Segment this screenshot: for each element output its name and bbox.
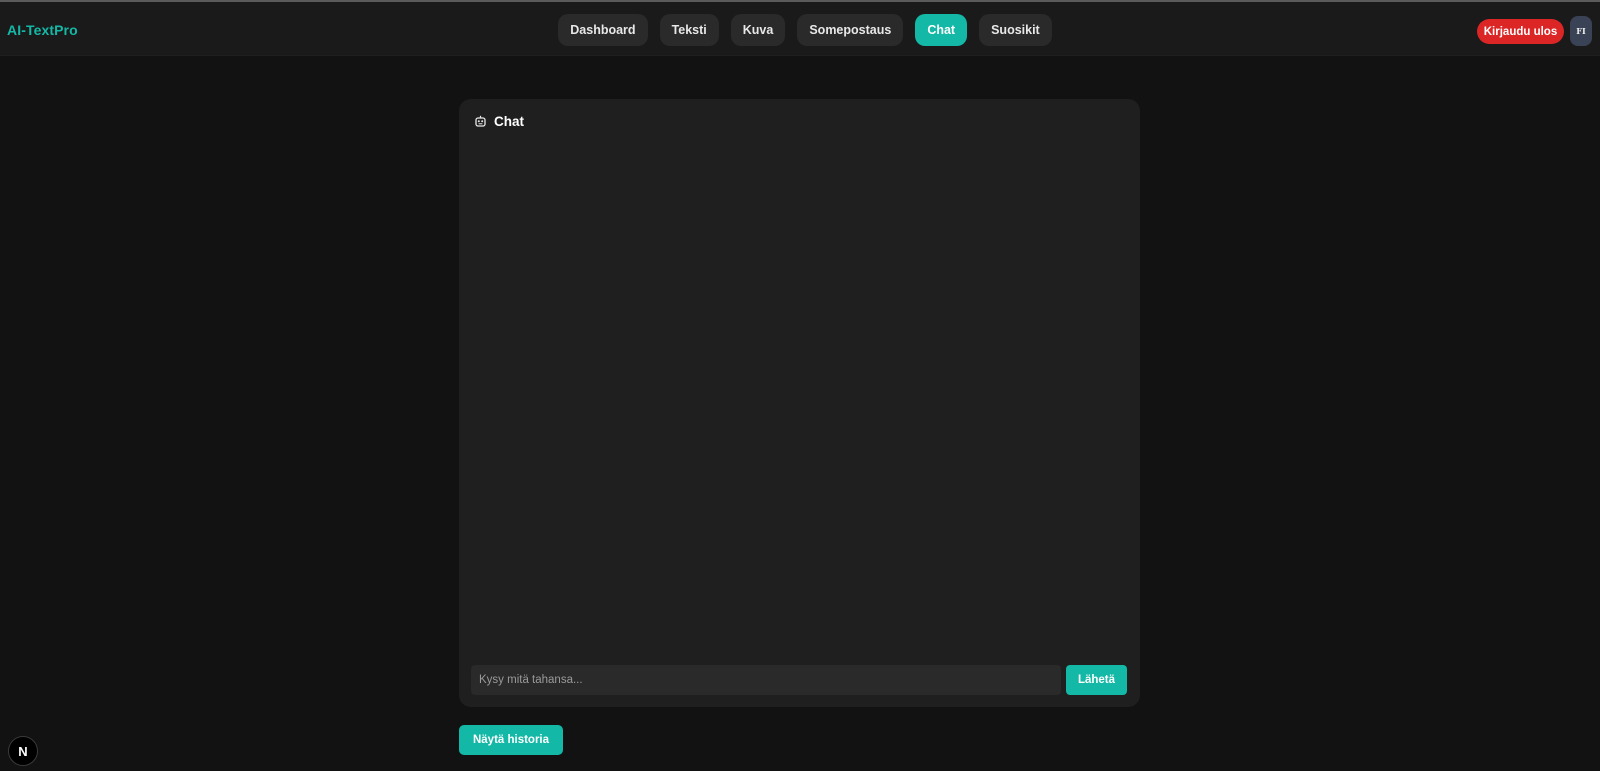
- nextjs-devtools-badge[interactable]: N: [8, 736, 38, 766]
- send-button[interactable]: Lähetä: [1066, 665, 1127, 695]
- language-switcher[interactable]: FI: [1570, 16, 1592, 46]
- nav-item-chat[interactable]: Chat: [915, 14, 968, 46]
- chat-header: Chat: [474, 114, 524, 129]
- nav-item-suosikit[interactable]: Suosikit: [979, 14, 1052, 46]
- nav-item-kuva[interactable]: Kuva: [730, 14, 786, 46]
- nav-item-dashboard[interactable]: Dashboard: [558, 14, 648, 46]
- robot-icon: [474, 115, 487, 128]
- main-nav: Dashboard Teksti Kuva Somepostaus Chat S…: [0, 14, 1600, 46]
- chat-panel: Chat Lähetä: [459, 99, 1140, 707]
- nav-item-somepostaus[interactable]: Somepostaus: [797, 14, 904, 46]
- top-navbar: AI-TextPro Dashboard Teksti Kuva Somepos…: [0, 0, 1600, 56]
- show-history-button[interactable]: Näytä historia: [459, 725, 563, 755]
- chat-message-input[interactable]: [471, 665, 1061, 695]
- chat-title: Chat: [494, 114, 524, 129]
- logout-button[interactable]: Kirjaudu ulos: [1477, 19, 1564, 44]
- nav-item-teksti[interactable]: Teksti: [659, 14, 719, 46]
